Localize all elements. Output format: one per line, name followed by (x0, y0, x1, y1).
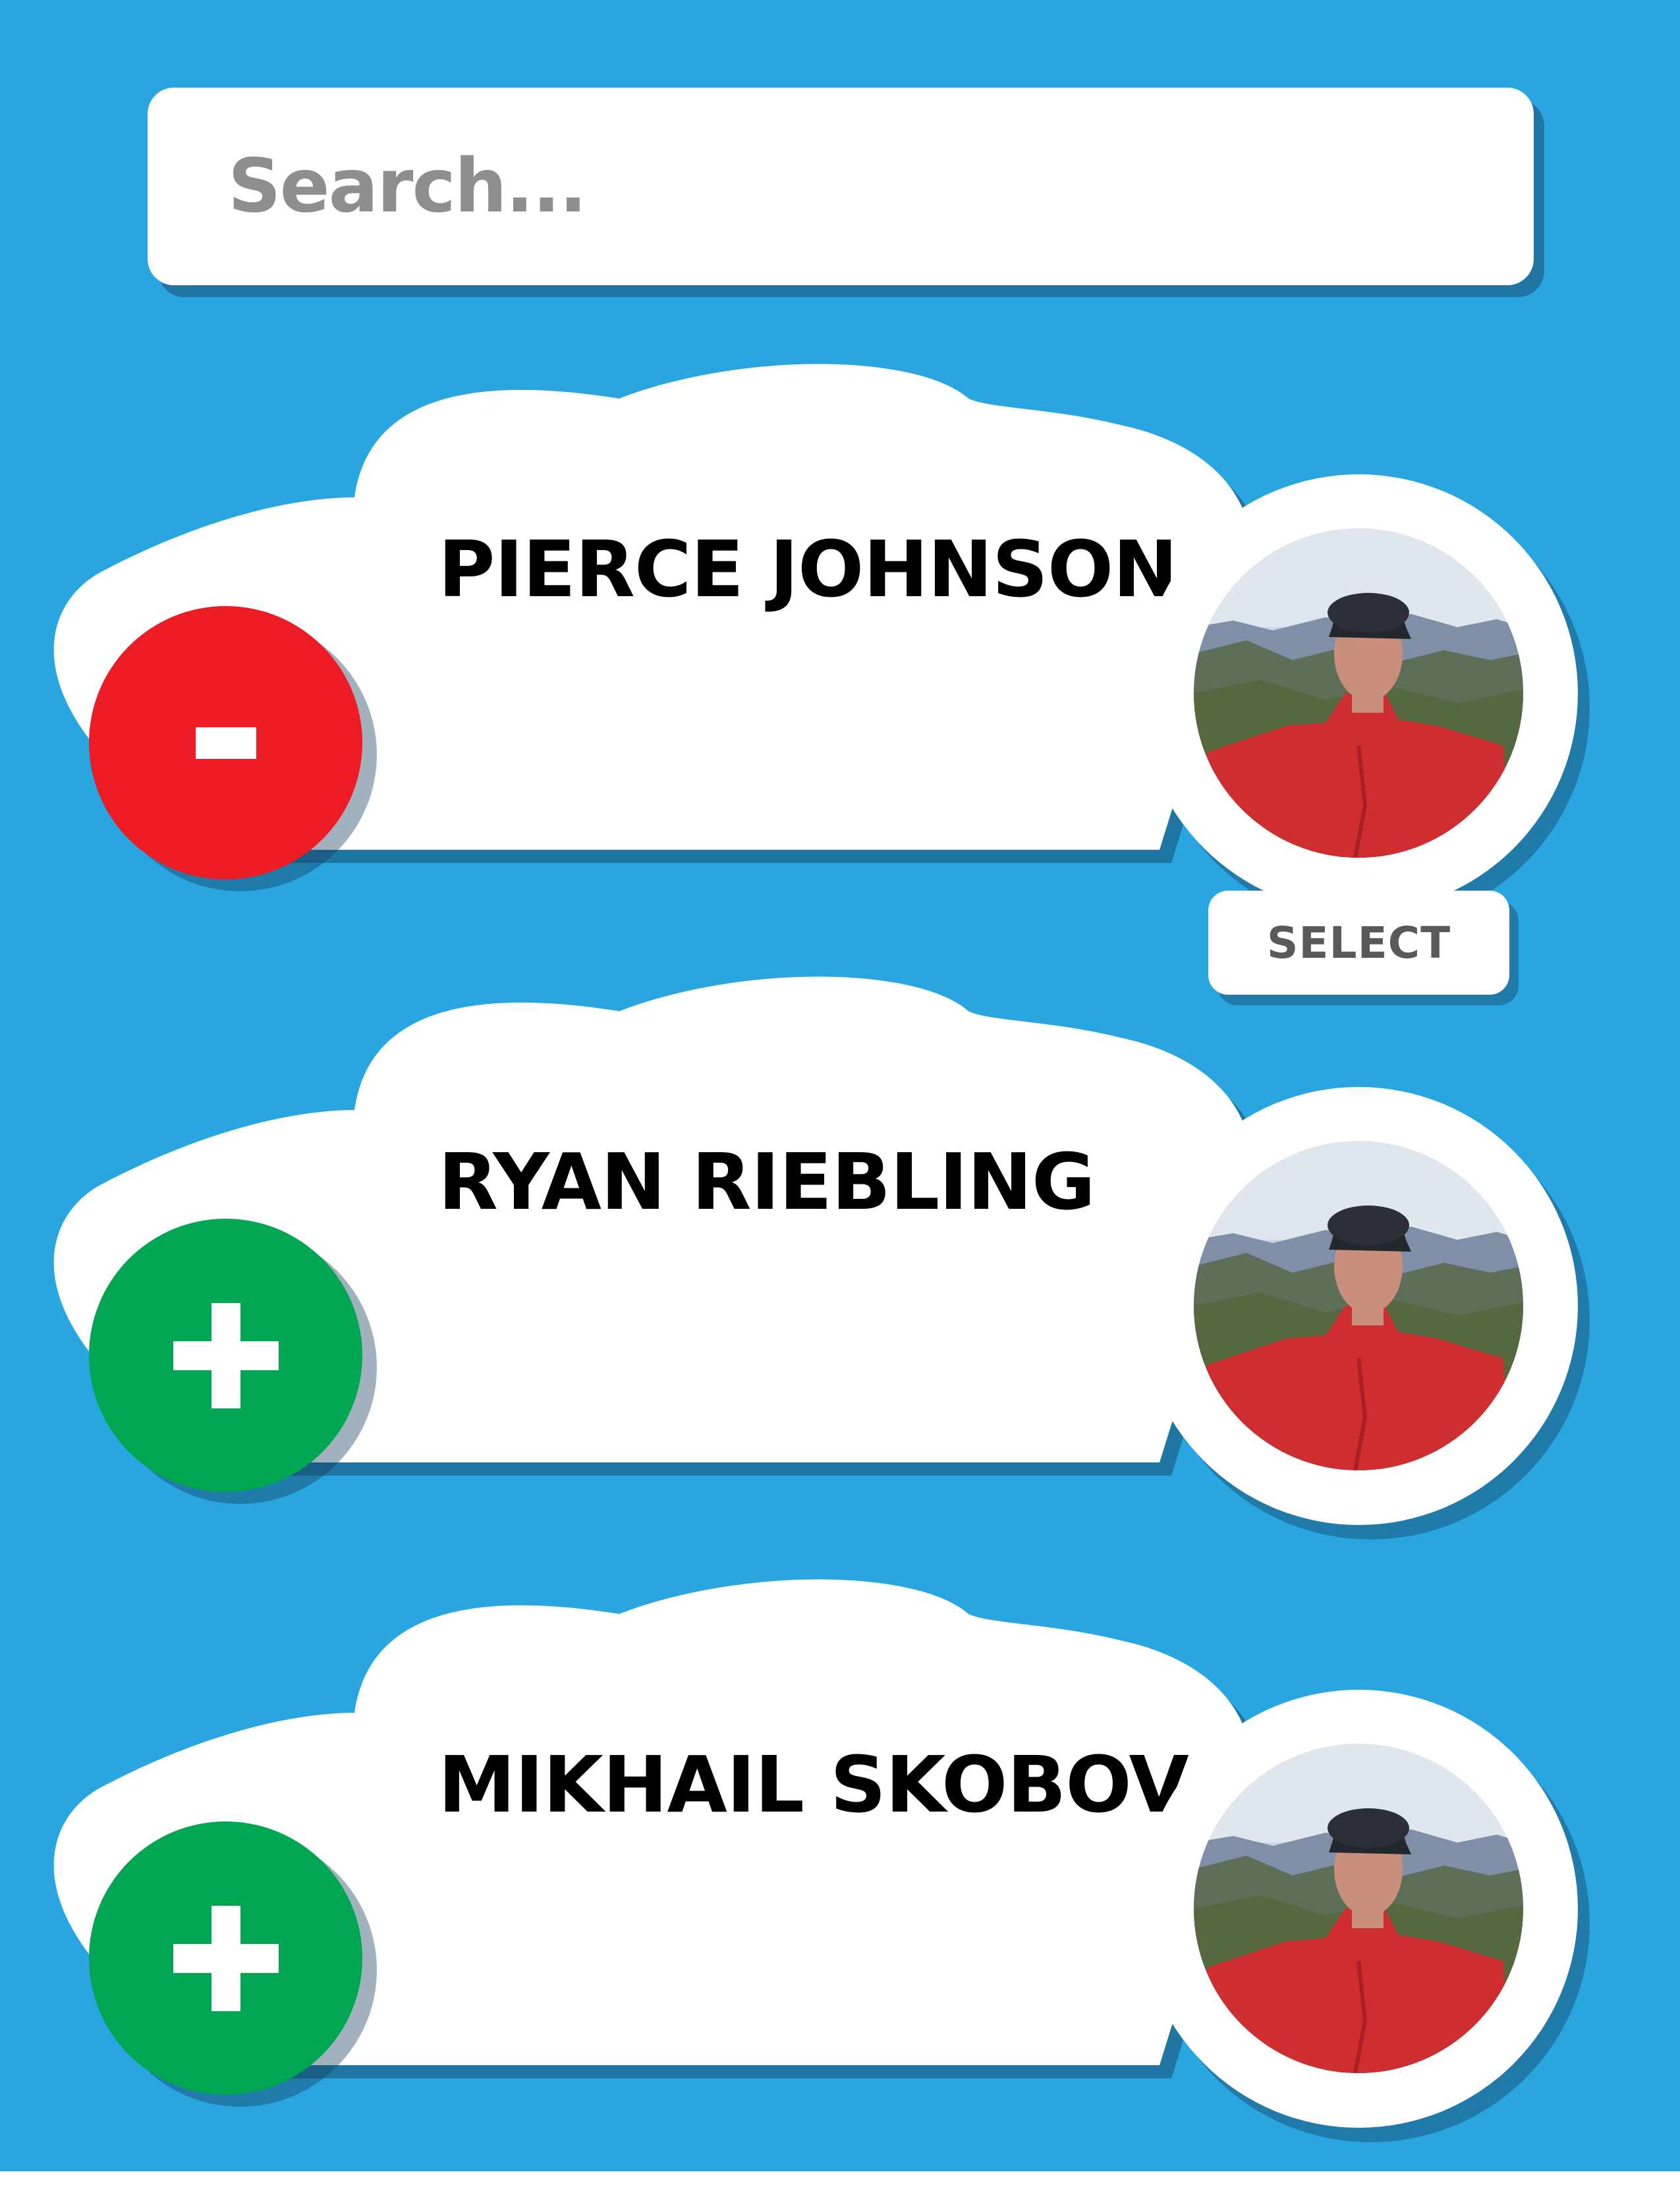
avatar-photo (1194, 1744, 1523, 2073)
avatar-ring[interactable] (1140, 474, 1578, 912)
bottom-strip (0, 2171, 1680, 2193)
avatar-photo (1194, 528, 1523, 858)
avatar-ring[interactable] (1140, 1690, 1578, 2128)
minus-icon (195, 727, 256, 759)
search-bar (148, 88, 1534, 285)
avatar-ring[interactable] (1140, 1087, 1578, 1525)
contact-name: MIKHAIL SKOBOV (438, 1739, 1189, 1830)
contact-card-pierce-johnson: PIERCE JOHNSON (0, 356, 1680, 949)
contact-name: PIERCE JOHNSON (438, 524, 1178, 615)
plus-icon (173, 1302, 279, 1408)
plus-icon (173, 1905, 279, 2011)
add-contact-button[interactable] (89, 1821, 362, 2095)
remove-contact-button[interactable] (89, 606, 362, 879)
search-input[interactable] (227, 143, 1415, 230)
add-contact-button[interactable] (89, 1219, 362, 1492)
contact-card-ryan-riebling: RYAN RIEBLING (0, 968, 1680, 1561)
contact-card-mikhail-skobov: MIKHAIL SKOBOV (0, 1571, 1680, 2164)
avatar-photo (1194, 1141, 1523, 1470)
contact-name: RYAN RIEBLING (438, 1136, 1096, 1227)
